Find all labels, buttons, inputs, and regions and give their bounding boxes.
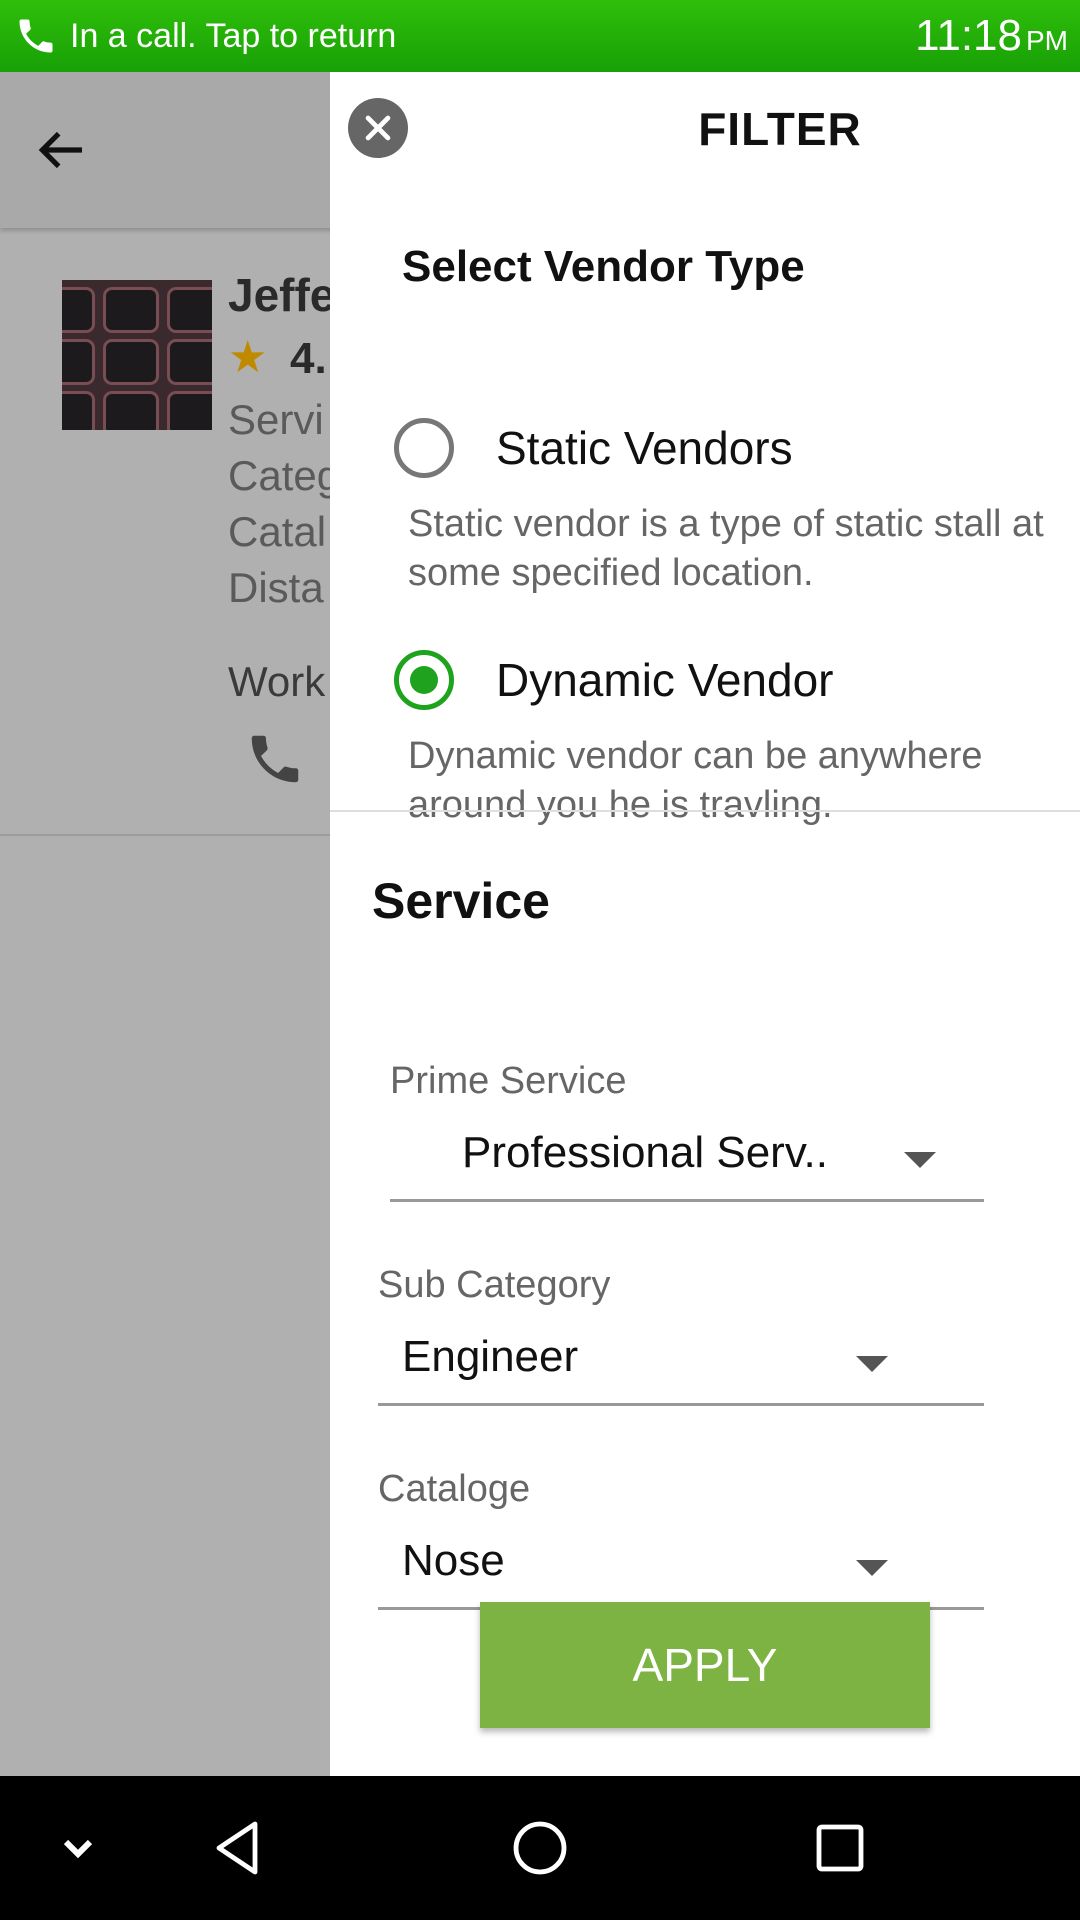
filter-drawer: FILTER Select Vendor Type Static Vendors… [330,72,1080,1776]
phone-icon[interactable] [244,728,306,790]
chevron-down-icon[interactable] [42,1812,114,1884]
filter-title: FILTER [698,103,862,155]
sub-category-label: Sub Category [378,1264,611,1306]
prime-service-label: Prime Service [390,1060,627,1102]
dropdown-arrow-icon [856,1356,888,1372]
arrow-back-icon[interactable] [30,122,92,178]
status-bar[interactable]: In a call. Tap to return 11:18 PM [0,0,1080,72]
apply-button[interactable]: APPLY [480,1602,930,1728]
radio-button-unchecked[interactable] [394,418,454,478]
catalogue-label: Cataloge [378,1468,531,1510]
vendor-type-heading: Select Vendor Type [402,242,805,291]
dropdown-arrow-icon [856,1560,888,1576]
vendor-distance-line: Dista [228,564,324,611]
catalogue-select[interactable]: Nose [378,1530,984,1610]
vendor-category-line: Categ [228,452,341,499]
dropdown-arrow-icon [904,1152,936,1168]
call-status-text: In a call. Tap to return [70,17,397,55]
vendor-name: Jeffe [228,269,336,321]
close-icon [365,115,391,141]
clock-ampm: PM [1026,25,1068,56]
catalogue-value: Nose [402,1536,505,1585]
star-icon: ★ [228,333,268,382]
vendor-service-line: Servi [228,396,324,443]
vendor-thumbnail [62,280,212,430]
service-heading: Service [372,873,550,929]
nav-back-icon[interactable] [204,1812,276,1884]
vendor-catalogue-line: Catal [228,508,327,555]
nav-recents-icon[interactable] [804,1812,876,1884]
phone-icon [19,19,53,53]
prime-service-value: Professional Serv.. [462,1128,829,1177]
radio-label: Static Vendors [496,422,793,474]
radio-label: Dynamic Vendor [496,654,834,706]
clock-time: 11:18 [915,11,1022,60]
close-button[interactable] [348,98,408,158]
vendor-work-line: Work [228,658,326,705]
clock: 11:18 PM [915,12,1068,65]
static-vendor-description: Static vendor is a type of static stall … [408,503,1044,594]
dynamic-vendor-description: Dynamic vendor can be anywhere around yo… [408,735,983,826]
vendor-rating: 4. [290,334,327,383]
radio-button-checked[interactable] [394,650,454,710]
nav-home-icon[interactable] [504,1812,576,1884]
sub-category-value: Engineer [402,1332,579,1381]
prime-service-select[interactable]: Professional Serv.. [390,1122,984,1202]
sub-category-select[interactable]: Engineer [378,1326,984,1406]
section-divider [330,810,1080,812]
navigation-bar [0,1776,1080,1920]
radio-static-vendors[interactable]: Static Vendors [394,416,793,480]
radio-dynamic-vendor[interactable]: Dynamic Vendor [394,648,834,712]
